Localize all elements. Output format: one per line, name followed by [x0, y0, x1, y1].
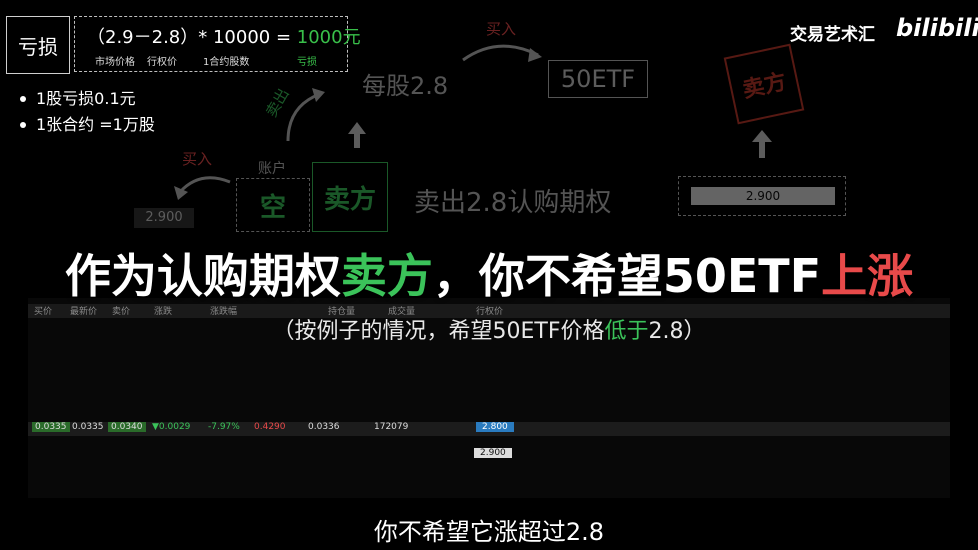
empty-box: 空 — [236, 178, 310, 232]
price-right-box: 2.900 — [678, 176, 846, 216]
cell-change: ▼0.0029 — [152, 422, 191, 432]
etf-label: 50ETF — [560, 65, 636, 93]
seller-stamp: 卖方 — [723, 43, 805, 125]
arrow-up-icon — [752, 130, 772, 158]
video-caption: 你不希望它涨超过2.8 — [373, 518, 605, 546]
arrow-up-small-icon — [348, 122, 366, 148]
cell-strike-2900: 2.900 — [474, 448, 512, 458]
seller-green-label: 卖方 — [323, 184, 376, 215]
seller-green-box: 卖方 — [312, 162, 388, 232]
trade-diagram: 买入 每股2.8 50ETF 卖方 2.900 卖出 买入 2.900 账户 空… — [0, 0, 978, 240]
arrow-curve-up-icon — [286, 88, 325, 142]
cell-strike-2800: 2.800 — [476, 422, 514, 432]
cell-price: 0.4290 — [254, 422, 286, 432]
cell-change-pct: -7.97% — [208, 422, 240, 432]
example-note: （按例子的情况，希望50ETF价格低于2.8） — [272, 319, 706, 344]
cell-bid: 0.0335 — [32, 422, 70, 432]
cell-volume: 172079 — [374, 422, 409, 432]
cell-price2: 0.0336 — [308, 422, 340, 432]
seller-stamp-label: 卖方 — [740, 69, 789, 104]
table-row[interactable]: 0.0335 0.0335 0.0340 ▼0.0029 -7.97% 0.42… — [28, 422, 950, 436]
price-right-value: 2.900 — [691, 187, 835, 205]
table-row[interactable]: 2.900 — [28, 448, 950, 462]
empty-label: 空 — [259, 192, 286, 223]
cell-last: 0.0335 — [72, 422, 104, 432]
arrow-right-icon — [462, 44, 542, 62]
cell-ask: 0.0340 — [108, 422, 146, 432]
buy-in-left-label: 买入 — [182, 150, 213, 168]
per-share-label: 每股2.8 — [362, 72, 449, 100]
price-left-box: 2.900 — [134, 208, 194, 228]
etf-box: 50ETF — [548, 60, 648, 98]
account-label: 账户 — [258, 161, 286, 177]
sell-call-label: 卖出2.8认购期权 — [414, 188, 612, 218]
arrow-left-icon — [174, 176, 231, 200]
main-subtitle: 作为认购期权卖方，你不希望50ETF上涨 — [64, 249, 914, 303]
